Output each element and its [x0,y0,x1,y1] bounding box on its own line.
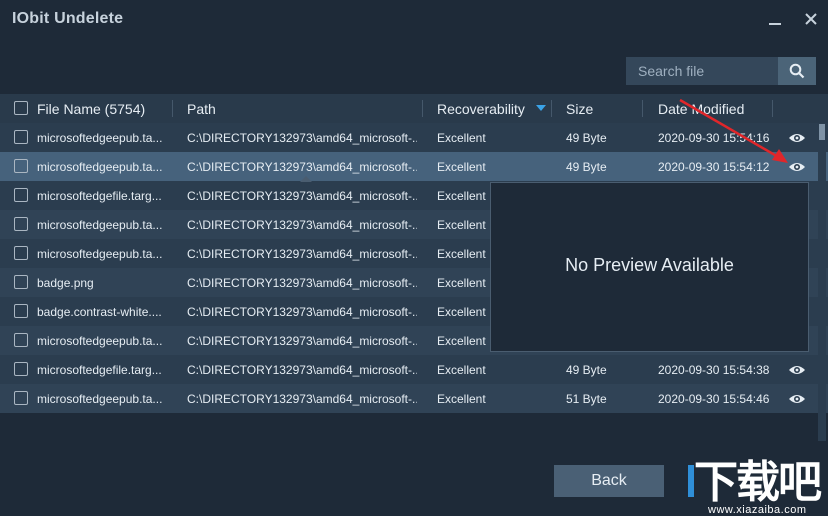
title-bar: IObit Undelete [0,0,828,44]
header-recoverability-label: Recoverability [437,100,525,117]
row-checkbox[interactable] [14,275,28,289]
header-recoverability[interactable]: Recoverability [437,94,525,123]
file-name-cell: badge.contrast-white.... [37,304,162,319]
file-name-cell: microsoftedgefile.targ... [37,362,162,377]
header-size[interactable]: Size [566,94,593,123]
date-modified-cell: 2020-09-30 15:54:46 [658,391,770,406]
scrollbar-thumb[interactable] [819,124,825,140]
back-button[interactable]: Back [554,465,664,497]
search-icon [789,63,805,79]
path-cell: C:\DIRECTORY132973\amd64_microsoft-... [187,333,417,348]
size-cell: 49 Byte [566,130,607,145]
path-cell: C:\DIRECTORY132973\amd64_microsoft-... [187,304,417,319]
search-input[interactable] [626,57,778,85]
file-name-cell: microsoftedgeepub.ta... [37,333,163,348]
recoverability-cell: Excellent [437,362,486,377]
scrollbar-track[interactable] [818,123,826,441]
file-name-cell: microsoftedgeepub.ta... [37,391,163,406]
table-row[interactable]: microsoftedgefile.targ... C:\DIRECTORY132… [0,355,828,384]
watermark-url: www.xiazaiba.com [708,504,807,516]
file-name-cell: microsoftedgeepub.ta... [37,159,163,174]
row-checkbox[interactable] [14,217,28,231]
preview-eye-icon[interactable] [786,355,808,384]
path-cell: C:\DIRECTORY132973\amd64_microsoft-... [187,391,417,406]
minimize-icon[interactable] [764,8,786,30]
file-name-cell: microsoftedgeepub.ta... [37,217,163,232]
site-watermark: 下载吧 www.xiazaiba.com [694,458,828,516]
preview-popup: No Preview Available [490,182,809,352]
path-cell: C:\DIRECTORY132973\amd64_microsoft-... [187,275,417,290]
file-name-cell: badge.png [37,275,94,290]
watermark-logo: 下载吧 [694,458,822,507]
sort-down-triangle-icon[interactable] [535,104,547,112]
path-cell: C:\DIRECTORY132973\amd64_microsoft-... [187,246,417,261]
path-cell: C:\DIRECTORY132973\amd64_microsoft-... [187,362,417,377]
path-cell: C:\DIRECTORY132973\amd64_microsoft-... [187,188,417,203]
header-divider [642,100,643,117]
size-cell: 49 Byte [566,159,607,174]
row-checkbox[interactable] [14,333,28,347]
row-checkbox[interactable] [14,304,28,318]
size-cell: 49 Byte [566,362,607,377]
recoverability-cell: Excellent [437,159,486,174]
header-path[interactable]: Path [187,94,216,123]
preview-pointer [300,176,312,182]
table-row[interactable]: microsoftedgeepub.ta... C:\DIRECTORY13297… [0,384,828,413]
file-name-cell: microsoftedgeepub.ta... [37,246,163,261]
header-file-name[interactable]: File Name (5754) [37,94,145,123]
size-cell: 51 Byte [566,391,607,406]
app-title: IObit Undelete [12,10,124,27]
row-checkbox[interactable] [14,159,28,173]
row-checkbox[interactable] [14,188,28,202]
header-divider [172,100,173,117]
no-preview-message: No Preview Available [565,255,734,275]
close-icon[interactable] [800,8,822,30]
search-box [626,57,816,85]
row-checkbox[interactable] [14,246,28,260]
file-name-cell: microsoftedgeepub.ta... [37,130,163,145]
select-all-checkbox[interactable] [14,101,28,115]
recoverability-cell: Excellent [437,130,486,145]
row-checkbox[interactable] [14,130,28,144]
date-modified-cell: 2020-09-30 15:54:38 [658,362,770,377]
row-checkbox[interactable] [14,391,28,405]
path-cell: C:\DIRECTORY132973\amd64_microsoft-... [187,217,417,232]
row-checkbox[interactable] [14,362,28,376]
annotation-arrow [679,98,788,163]
header-divider [422,100,423,117]
file-name-cell: microsoftedgefile.targ... [37,188,162,203]
header-divider [551,100,552,117]
search-button[interactable] [778,57,816,85]
path-cell: C:\DIRECTORY132973\amd64_microsoft-... [187,130,417,145]
recoverability-cell: Excellent [437,391,486,406]
preview-eye-icon[interactable] [786,384,808,413]
